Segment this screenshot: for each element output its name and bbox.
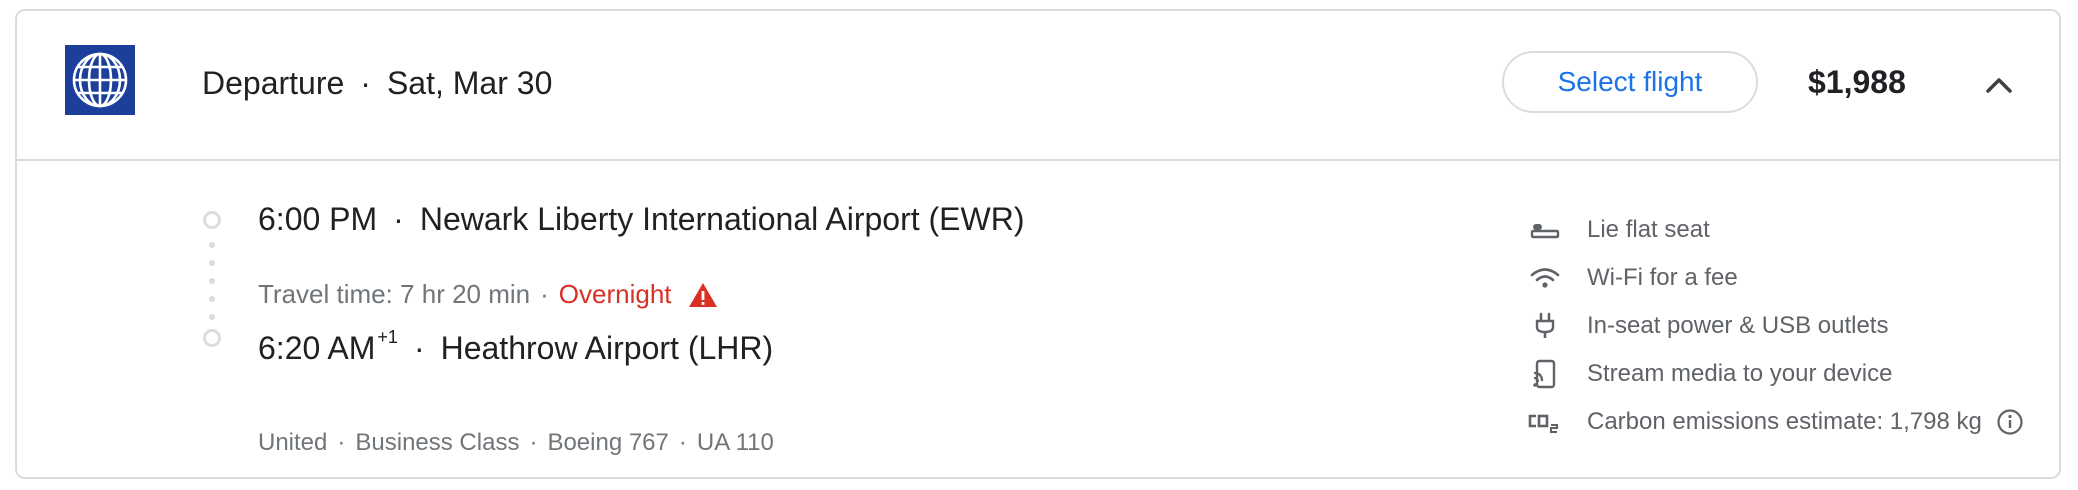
timeline-dot xyxy=(209,260,215,266)
flight-meta: United · Business Class · Boeing 767 · U… xyxy=(258,429,774,457)
timeline-dot xyxy=(209,242,215,248)
travel-time: Travel time: 7 hr 20 min xyxy=(258,279,531,309)
timeline-dot xyxy=(209,296,215,302)
itinerary-timeline xyxy=(199,211,229,371)
cabin-class: Business Class xyxy=(355,429,520,456)
stream-media-icon xyxy=(1527,358,1563,390)
timeline-dot xyxy=(209,278,215,284)
amenity-label: Stream media to your device xyxy=(1587,360,1893,387)
departure-time: 6:00 PM xyxy=(258,201,378,237)
separator-dot: · xyxy=(393,201,404,237)
amenities-list: Lie flat seat Wi-Fi for a fee In-seat po… xyxy=(1527,206,2024,446)
separator-dot: · xyxy=(678,429,687,456)
amenity-label: Carbon emissions estimate: 1,798 kg xyxy=(1587,408,1982,435)
airline-name: United xyxy=(258,429,328,456)
info-icon[interactable] xyxy=(1996,408,2024,436)
amenity-item: Carbon emissions estimate: 1,798 kg xyxy=(1527,398,2024,446)
day-offset: +1 xyxy=(377,327,398,348)
amenity-label: Lie flat seat xyxy=(1587,216,1710,243)
amenity-label: Wi-Fi for a fee xyxy=(1587,264,1738,291)
departure-date: Sat, Mar 30 xyxy=(386,65,553,101)
amenity-item: Stream media to your device xyxy=(1527,350,2024,398)
flight-number: UA 110 xyxy=(696,429,774,456)
amenity-item: In-seat power & USB outlets xyxy=(1527,302,2024,350)
co2-icon xyxy=(1527,406,1563,438)
travel-info: Travel time: 7 hr 20 min · Overnight xyxy=(258,279,718,310)
select-flight-button[interactable]: Select flight xyxy=(1502,51,1758,113)
timeline-dot xyxy=(209,314,215,320)
separator-dot: · xyxy=(529,429,538,456)
separator-dot: · xyxy=(337,429,346,456)
separator-dot: · xyxy=(360,65,371,101)
departure-title: Departure · Sat, Mar 30 xyxy=(202,65,552,102)
power-plug-icon xyxy=(1527,310,1563,342)
arrival-circle-icon xyxy=(203,329,221,347)
aircraft-type: Boeing 767 xyxy=(547,429,669,456)
separator-dot: · xyxy=(540,279,549,309)
amenity-item: Wi-Fi for a fee xyxy=(1527,254,2024,302)
separator-dot: · xyxy=(413,330,425,366)
flight-card-header[interactable]: Departure · Sat, Mar 30 Select flight $1… xyxy=(17,11,2059,161)
arrival-row: 6:20 AM +1 · Heathrow Airport (LHR) xyxy=(258,327,774,367)
chevron-up-icon[interactable] xyxy=(1979,65,2019,105)
departure-row: 6:00 PM · Newark Liberty International A… xyxy=(258,201,1024,238)
warning-icon xyxy=(688,282,718,308)
overnight-label: Overnight xyxy=(558,279,672,309)
flight-price: $1,988 xyxy=(1808,64,1906,100)
direction-label: Departure xyxy=(202,65,345,101)
flight-details-card: Departure · Sat, Mar 30 Select flight $1… xyxy=(15,9,2061,479)
departure-airport: Newark Liberty International Airport (EW… xyxy=(419,201,1025,237)
arrival-time: 6:20 AM +1 xyxy=(258,327,398,366)
amenity-item: Lie flat seat xyxy=(1527,206,2024,254)
united-airline-logo xyxy=(65,45,135,115)
lie-flat-seat-icon xyxy=(1527,214,1563,246)
departure-circle-icon xyxy=(203,211,221,229)
wifi-icon xyxy=(1527,262,1563,294)
arrival-airport: Heathrow Airport (LHR) xyxy=(440,330,774,366)
amenity-label: In-seat power & USB outlets xyxy=(1587,312,1889,339)
